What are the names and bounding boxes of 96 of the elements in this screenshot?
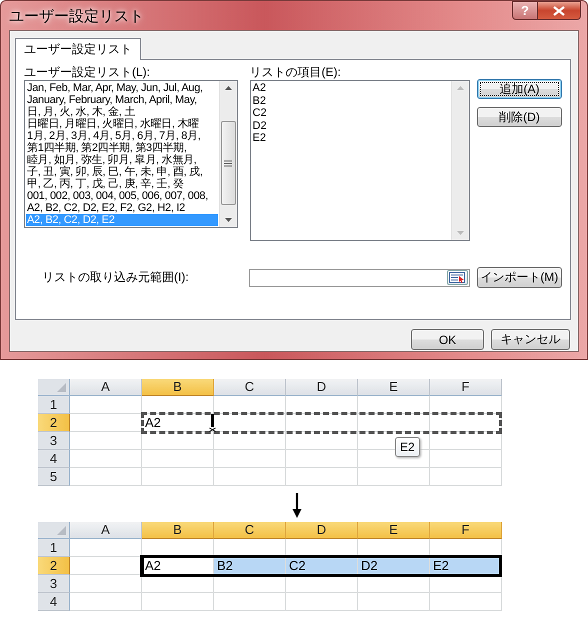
table-cell	[70, 539, 142, 557]
import-button[interactable]: インポート(M)	[476, 267, 562, 288]
list-item[interactable]: 睦月, 如月, 弥生, 卯月, 皐月, 水無月,	[26, 154, 218, 166]
table-cell	[70, 575, 142, 593]
row-header[interactable]: 3	[38, 575, 70, 593]
row-header[interactable]: 1	[38, 539, 70, 557]
list-item[interactable]: 1月, 2月, 3月, 4月, 5月, 6月, 7月, 8月,	[26, 130, 218, 142]
row-header[interactable]: 5	[38, 468, 70, 486]
column-header[interactable]: C	[214, 379, 286, 396]
table-cell	[142, 575, 214, 593]
range-tooltip: E2	[395, 437, 420, 457]
table-cell	[430, 575, 502, 593]
close-button[interactable]	[538, 1, 581, 20]
table-cell	[142, 450, 214, 468]
range-field[interactable]	[249, 268, 470, 286]
list-entry: C2	[252, 107, 268, 120]
column-header[interactable]: B	[142, 522, 214, 539]
column-header[interactable]: E	[358, 379, 430, 396]
table-cell	[142, 593, 214, 611]
list-label: ユーザー設定リスト(L):	[24, 64, 151, 80]
list-entry: E2	[252, 132, 267, 144]
scrollbar[interactable]	[451, 81, 469, 240]
table-cell	[214, 450, 286, 468]
push-button[interactable]: 追加(A)	[477, 79, 562, 99]
table-cell	[214, 593, 286, 611]
column-header[interactable]: D	[286, 379, 358, 396]
table-cell	[142, 468, 214, 486]
table-cell	[286, 575, 358, 593]
row-header[interactable]: 3	[38, 432, 70, 450]
window-title: ユーザー設定リスト	[9, 7, 144, 26]
table-cell	[430, 432, 502, 450]
table-cell	[286, 450, 358, 468]
field-label: リストの取り込み元範囲(I):	[42, 269, 190, 286]
column-header[interactable]: C	[214, 522, 286, 539]
select-all-icon	[57, 526, 66, 535]
list-item[interactable]: January, February, March, April, May,	[26, 94, 218, 106]
table-cell	[358, 468, 430, 486]
scrollbar[interactable]	[218, 81, 237, 227]
table-cell	[70, 432, 142, 450]
list-entry: B2	[252, 94, 267, 107]
list-entry: A2	[252, 82, 267, 94]
push-button[interactable]: 削除(D)	[477, 107, 562, 127]
table-cell	[430, 396, 502, 414]
table-cell	[70, 593, 142, 611]
table-cell	[286, 468, 358, 486]
column-header[interactable]: D	[286, 522, 358, 539]
row-header[interactable]: 4	[38, 450, 70, 468]
table-cell	[286, 593, 358, 611]
table-cell	[358, 575, 430, 593]
table-cell	[358, 593, 430, 611]
down-arrow-icon	[291, 493, 303, 519]
range-select-icon	[449, 272, 466, 283]
table-cell	[214, 468, 286, 486]
row-header[interactable]: 4	[38, 593, 70, 611]
table-cell	[70, 396, 142, 414]
tab[interactable]: ユーザー設定リスト	[15, 38, 141, 60]
table-cell	[286, 396, 358, 414]
list-item[interactable]: Jan, Feb, Mar, Apr, May, Jun, Jul, Aug,	[26, 82, 218, 94]
row-header[interactable]: 2	[38, 557, 70, 575]
column-header[interactable]: F	[430, 522, 502, 539]
close-icon	[553, 6, 565, 16]
push-button[interactable]: キャンセル	[491, 329, 570, 350]
table-cell	[70, 450, 142, 468]
table-cell	[70, 468, 142, 486]
column-header[interactable]: B	[142, 379, 214, 396]
range-picker-button[interactable]	[446, 270, 468, 285]
list-item[interactable]: A2, B2, C2, D2, E2, F2, G2, H2, I2	[26, 202, 218, 214]
list-item[interactable]: 子, 丑, 寅, 卯, 辰, 巳, 午, 未, 申, 酉, 戌,	[26, 166, 218, 178]
column-header[interactable]: F	[430, 379, 502, 396]
text-cursor-icon	[209, 414, 216, 432]
list-label: リストの項目(E):	[250, 64, 342, 80]
table-cell	[358, 396, 430, 414]
table-cell	[430, 450, 502, 468]
list-item[interactable]: 001, 002, 003, 004, 005, 006, 007, 008,	[26, 190, 218, 202]
list-item[interactable]: 甲, 乙, 丙, 丁, 戊, 己, 庚, 辛, 壬, 癸	[26, 178, 218, 190]
scroll-thumb[interactable]	[220, 121, 236, 205]
table-cell	[142, 432, 214, 450]
row-header[interactable]: 1	[38, 396, 70, 414]
list-item[interactable]: 第1四半期, 第2四半期, 第3四半期,	[26, 142, 218, 154]
column-header[interactable]: E	[358, 522, 430, 539]
custom-list-box[interactable]	[24, 80, 238, 228]
list-entry: D2	[252, 120, 268, 132]
column-header[interactable]: A	[70, 522, 142, 539]
row-header[interactable]: 2	[38, 414, 70, 432]
table-cell	[214, 575, 286, 593]
table-cell	[286, 432, 358, 450]
list-item[interactable]: 日, 月, 火, 水, 木, 金, 土	[26, 106, 218, 118]
push-button[interactable]: OK	[411, 329, 484, 350]
select-all-icon	[57, 383, 66, 392]
table-cell	[430, 593, 502, 611]
table-cell	[214, 432, 286, 450]
list-entries-box[interactable]: A2 B2 C2 D2 E2	[250, 80, 470, 241]
grip-icon	[224, 160, 232, 166]
list-item[interactable]: 日曜日, 月曜日, 火曜日, 水曜日, 木曜	[26, 118, 218, 130]
column-header[interactable]: A	[70, 379, 142, 396]
table-cell	[430, 468, 502, 486]
